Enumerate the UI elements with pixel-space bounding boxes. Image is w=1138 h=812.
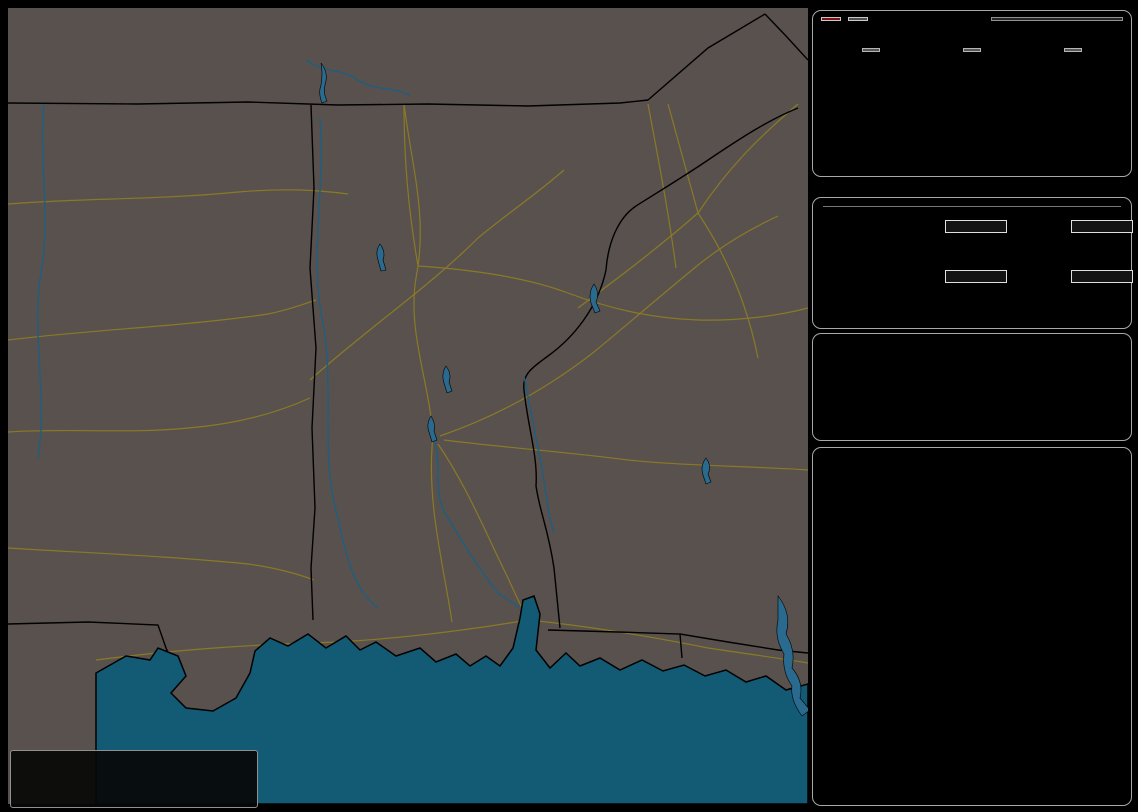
nexstorm-window: { "header": { "strike_button": "STRIKE",… xyxy=(0,0,1138,812)
strikes-per-min-header[interactable] xyxy=(862,48,881,52)
session-grid xyxy=(819,456,1121,464)
legend-symbols-label xyxy=(15,753,67,770)
legend-col-pcg xyxy=(119,753,149,770)
age-30 xyxy=(217,770,257,787)
status-panel xyxy=(812,333,1132,441)
session-trend-panel xyxy=(812,447,1132,806)
strikes-column xyxy=(821,37,922,60)
legend-col-nic xyxy=(95,753,119,770)
lightning-distribution-panel xyxy=(812,197,1133,329)
trend-graph-chart xyxy=(815,543,1131,801)
ic-neg-bar xyxy=(1071,269,1133,283)
bearing-distance-readout xyxy=(991,17,1123,21)
noises-per-min-header[interactable] xyxy=(1063,48,1082,52)
age-75 xyxy=(217,788,257,805)
old-circle-minus-icon xyxy=(67,788,95,805)
strike-counters-panel xyxy=(812,10,1132,177)
map-symbol-legend xyxy=(10,750,258,808)
close-column xyxy=(922,37,1023,60)
age-60 xyxy=(177,788,217,805)
noise-button[interactable] xyxy=(848,17,868,21)
trend-graph-row xyxy=(825,478,1121,493)
intracloud-count-row xyxy=(823,287,1121,309)
legend-age-title xyxy=(177,753,297,770)
cg-neg-bar xyxy=(1071,219,1133,233)
legend-recent-label xyxy=(15,770,67,787)
noises-column xyxy=(1022,37,1123,60)
cloud-ground-row xyxy=(823,215,1133,237)
recent-plus-icon xyxy=(149,770,177,787)
age-45 xyxy=(257,770,297,787)
age-90 xyxy=(257,788,297,805)
cloud-ground-count-row xyxy=(823,237,1121,259)
legend-col-pic xyxy=(149,753,177,770)
strike-button[interactable] xyxy=(821,17,841,21)
lightning-map[interactable] xyxy=(8,8,808,808)
old-circle-plus-icon xyxy=(119,788,149,805)
recent-circle-minus-icon xyxy=(67,770,95,787)
intracloud-row xyxy=(823,265,1133,287)
distribution-title xyxy=(823,203,1121,207)
cg-pos-bar xyxy=(945,219,1007,233)
old-minus-icon xyxy=(95,788,119,805)
old-plus-icon xyxy=(149,788,177,805)
ic-pos-bar xyxy=(945,269,1007,283)
recent-circle-plus-icon xyxy=(119,770,149,787)
status-grid xyxy=(823,357,1121,371)
map-canvas[interactable] xyxy=(8,8,808,804)
age-15 xyxy=(177,770,217,787)
legend-old-label xyxy=(15,788,67,805)
recent-minus-icon xyxy=(95,770,119,787)
close-per-min-header[interactable] xyxy=(962,48,981,52)
legend-col-ncg xyxy=(67,753,95,770)
